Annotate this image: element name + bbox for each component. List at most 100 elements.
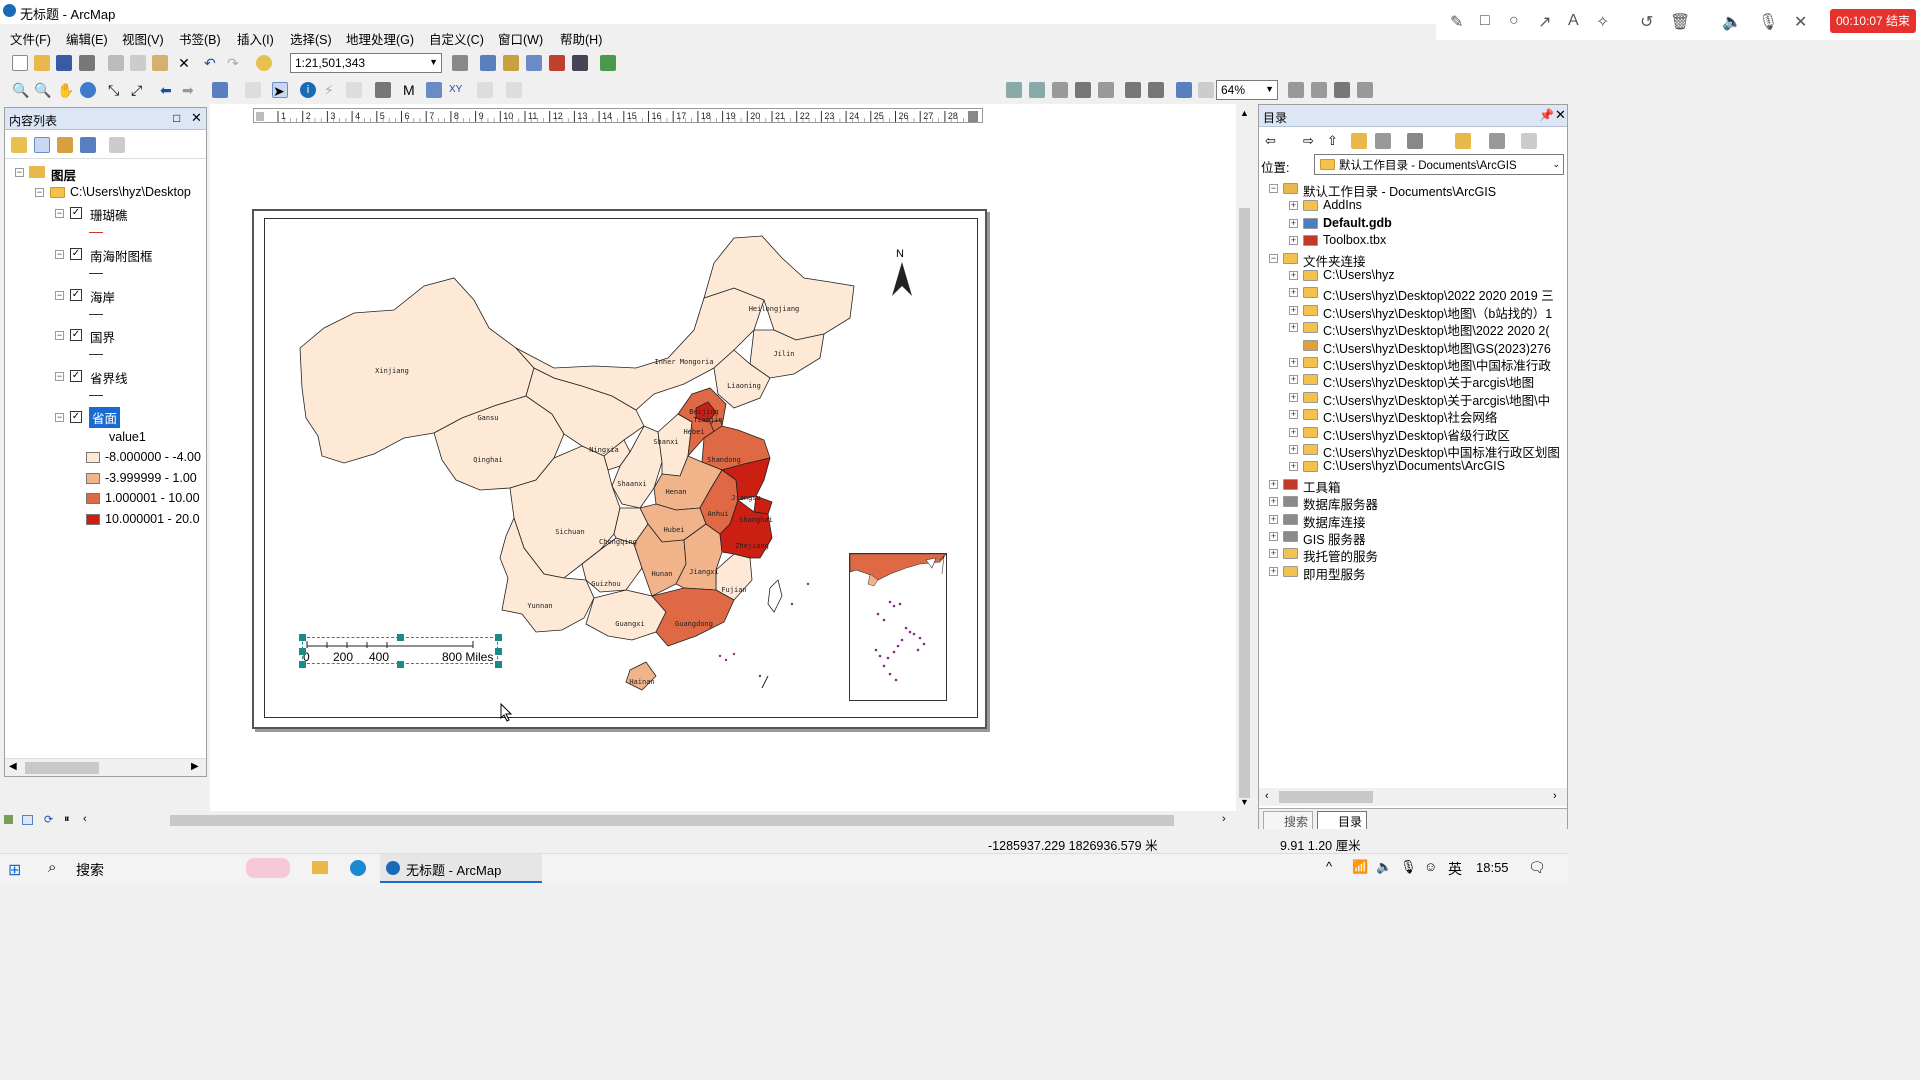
- catalog-window-icon[interactable]: [503, 55, 519, 71]
- layer-visibility-checkbox[interactable]: ✓: [70, 289, 82, 301]
- taskbar-search[interactable]: 搜索: [76, 860, 104, 880]
- pause-drawing-icon[interactable]: ⏸: [64, 813, 70, 826]
- search-window-icon[interactable]: [526, 55, 542, 71]
- taskbar-arcmap[interactable]: 无标题 - ArcMap: [380, 854, 542, 883]
- fixed-zoom-in-icon[interactable]: ⤡: [108, 82, 124, 98]
- toggle-contents-icon[interactable]: [1489, 133, 1505, 149]
- selection-handle[interactable]: [299, 648, 306, 655]
- maximize-icon[interactable]: □: [173, 111, 180, 125]
- save-icon[interactable]: [56, 55, 72, 71]
- catalog-item[interactable]: C:\Users\hyz\Desktop\中国标准行政区划图: [1323, 442, 1567, 461]
- find-route-icon[interactable]: [426, 82, 442, 98]
- collapse-icon[interactable]: −: [55, 291, 64, 300]
- scroll-left-icon[interactable]: ‹: [1265, 790, 1269, 802]
- search-icon[interactable]: ⌕: [48, 859, 56, 876]
- layout-horizontal-scrollbar[interactable]: ⟳ ⏸ ‹ ›: [0, 811, 1253, 829]
- scroll-thumb[interactable]: [1239, 208, 1250, 798]
- expand-icon[interactable]: +: [1289, 427, 1298, 437]
- legend-swatch[interactable]: [86, 493, 100, 504]
- list-by-selection-icon[interactable]: [80, 137, 96, 153]
- province-guangdong[interactable]: [651, 587, 735, 647]
- layer-name[interactable]: 省界线: [90, 368, 128, 387]
- ime-language[interactable]: 英: [1448, 859, 1462, 879]
- catalog-item[interactable]: C:\Users\hyz\Desktop\地图\GS(2023)276: [1323, 338, 1567, 357]
- text-tool-icon[interactable]: A: [1568, 12, 1579, 30]
- list-by-visibility-icon[interactable]: [57, 137, 73, 153]
- expand-icon[interactable]: +: [1269, 497, 1278, 507]
- focus-frame-icon[interactable]: [1311, 82, 1327, 98]
- location-dropdown[interactable]: 默认工作目录 - Documents\ArcGIS ⌄: [1314, 154, 1564, 175]
- list-by-source-icon[interactable]: [34, 137, 50, 153]
- rectangle-icon[interactable]: □: [1480, 12, 1490, 30]
- legend-swatch[interactable]: [86, 452, 100, 463]
- expand-icon[interactable]: +: [1269, 549, 1278, 559]
- layer-visibility-checkbox[interactable]: ✓: [70, 248, 82, 260]
- close-icon[interactable]: ✕: [1794, 12, 1807, 32]
- collapse-icon[interactable]: −: [1269, 253, 1278, 263]
- selection-handle[interactable]: [495, 648, 502, 655]
- menu-windows[interactable]: 窗口(W): [498, 29, 543, 48]
- start-icon[interactable]: ⊞: [8, 860, 21, 880]
- menu-edit[interactable]: 编辑(E): [66, 29, 108, 48]
- scroll-thumb[interactable]: [170, 815, 1174, 826]
- volume-icon[interactable]: 🔈: [1376, 859, 1392, 875]
- layer-visibility-checkbox[interactable]: ✓: [70, 411, 82, 423]
- data-view-icon[interactable]: [4, 815, 13, 824]
- toc-source-path[interactable]: C:\Users\hyz\Desktop: [70, 185, 205, 199]
- menu-selection[interactable]: 选择(S): [290, 29, 332, 48]
- undo-icon[interactable]: ↶: [204, 55, 220, 71]
- layer-name[interactable]: 国界: [90, 327, 115, 346]
- legend-swatch[interactable]: [86, 473, 100, 484]
- connect-folder-icon[interactable]: [1455, 133, 1471, 149]
- catalog-item[interactable]: C:\Users\hyz\Desktop\省级行政区: [1323, 425, 1567, 444]
- catalog-item[interactable]: C:\Users\hyz\Documents\ArcGIS: [1323, 459, 1567, 473]
- collapse-icon[interactable]: −: [35, 188, 44, 197]
- scale-bar[interactable]: 0 200 400 800 Miles: [299, 634, 502, 668]
- expand-icon[interactable]: +: [1289, 201, 1298, 211]
- catalog-item[interactable]: C:\Users\hyz\Desktop\2022 2020 2019 三: [1323, 285, 1567, 304]
- back-extent-icon[interactable]: ⬅: [160, 82, 176, 98]
- layout-zoom-out-icon[interactable]: [1029, 82, 1045, 98]
- catalog-item[interactable]: C:\Users\hyz\Desktop\地图\（b站找的）1: [1323, 303, 1567, 322]
- full-extent-icon[interactable]: [80, 82, 96, 98]
- menu-insert[interactable]: 插入(I): [237, 29, 274, 48]
- toc-horizontal-scrollbar[interactable]: ◀ ▶: [5, 758, 206, 776]
- catalog-item[interactable]: C:\Users\hyz\Desktop\关于arcgis\地图: [1323, 372, 1567, 391]
- fixed-zoom-out-icon[interactable]: ⤢: [131, 82, 147, 98]
- menu-file[interactable]: 文件(F): [10, 29, 51, 48]
- open-folder-icon[interactable]: [34, 55, 50, 71]
- scroll-up-icon[interactable]: ▲: [1240, 108, 1249, 118]
- menu-view[interactable]: 视图(V): [122, 29, 164, 48]
- toc-options-icon[interactable]: [109, 137, 125, 153]
- selection-handle[interactable]: [397, 661, 404, 668]
- catalog-item[interactable]: AddIns: [1323, 198, 1567, 212]
- catalog-item[interactable]: C:\Users\hyz: [1323, 268, 1567, 282]
- edge-icon[interactable]: [350, 860, 366, 876]
- selection-handle[interactable]: [495, 661, 502, 668]
- new-document-icon[interactable]: [12, 55, 28, 71]
- layer-name-selected[interactable]: 省面: [89, 407, 121, 428]
- layout-view-icon[interactable]: [22, 815, 33, 825]
- catalog-item[interactable]: 我托管的服务: [1303, 546, 1567, 565]
- catalog-item[interactable]: Default.gdb: [1323, 216, 1567, 230]
- microphone-icon[interactable]: 🎙: [1400, 859, 1417, 875]
- catalog-item[interactable]: C:\Users\hyz\Desktop\地图\中国标准行政: [1323, 355, 1567, 374]
- expand-icon[interactable]: +: [1269, 479, 1278, 489]
- layer-name[interactable]: 海岸: [90, 287, 115, 306]
- collapse-icon[interactable]: −: [55, 413, 64, 422]
- file-explorer-icon[interactable]: [312, 861, 328, 874]
- goto-xy-icon[interactable]: XY: [449, 82, 465, 98]
- clock[interactable]: 18:55: [1476, 860, 1509, 875]
- list-by-drawing-order-icon[interactable]: [11, 137, 27, 153]
- find-icon[interactable]: M: [403, 82, 419, 98]
- trash-icon[interactable]: 🗑: [1670, 12, 1690, 32]
- zoom-out-icon[interactable]: 🔍: [34, 82, 51, 98]
- expand-icon[interactable]: +: [1289, 445, 1298, 454]
- catalog-item[interactable]: 即用型服务: [1303, 564, 1567, 583]
- layer-visibility-checkbox[interactable]: ✓: [70, 329, 82, 341]
- html-popup-icon[interactable]: [346, 82, 362, 98]
- redo-icon[interactable]: ↷: [227, 55, 243, 71]
- catalog-item[interactable]: C:\Users\hyz\Desktop\地图\2022 2020 2(: [1323, 320, 1567, 339]
- speaker-icon[interactable]: 🔈: [1722, 12, 1742, 32]
- layer-name[interactable]: 珊瑚礁: [90, 205, 128, 224]
